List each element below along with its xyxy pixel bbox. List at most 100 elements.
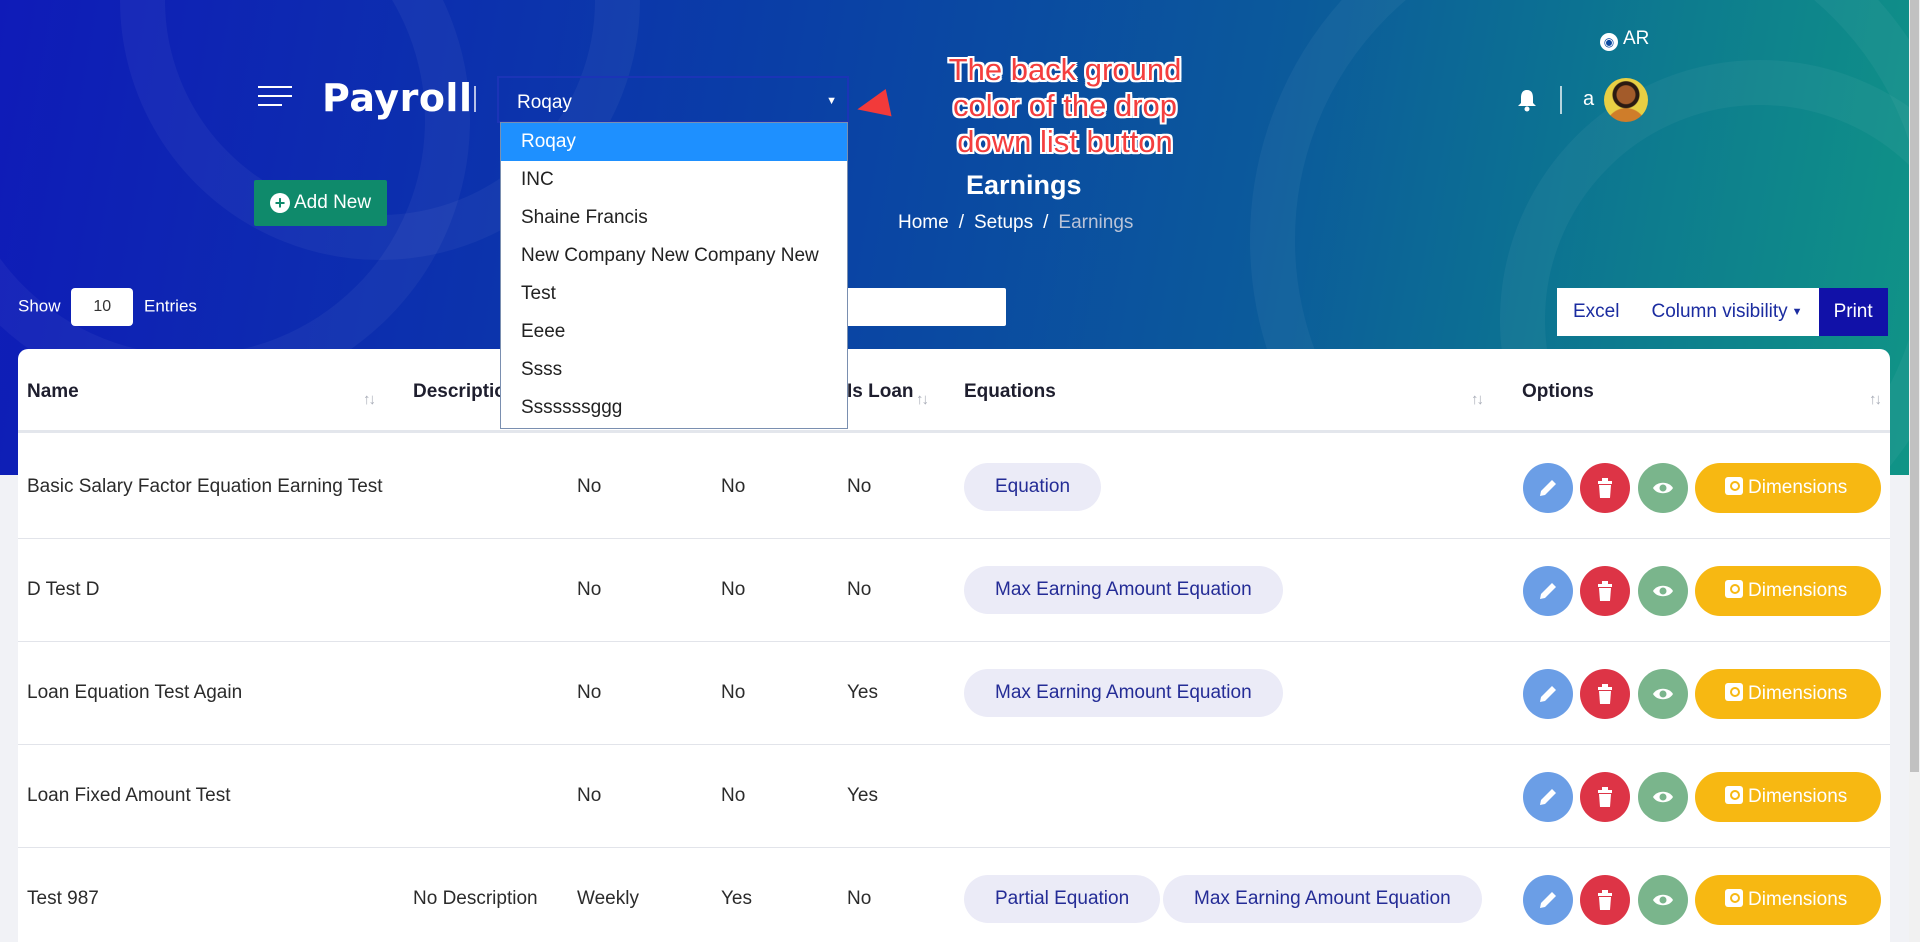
dimensions-button[interactable]: Dimensions [1695,669,1881,719]
dimensions-button[interactable]: Dimensions [1695,772,1881,822]
column-header-options[interactable]: Options [1522,381,1594,403]
equation-pill[interactable]: Partial Equation [964,875,1161,923]
view-icon[interactable] [1638,669,1688,719]
dimensions-icon [1725,580,1743,598]
dimensions-label: Dimensions [1748,477,1848,498]
avatar[interactable] [1604,78,1648,122]
dropdown-option[interactable]: Test [501,275,847,313]
earnings-table: Name ↑↓ Description Is Loan ↑↓ Equations… [18,349,1890,942]
dimensions-label: Dimensions [1748,683,1848,704]
column-visibility-label: Column visibility [1651,301,1788,322]
column-header-name[interactable]: Name [27,381,79,403]
print-button[interactable]: Print [1818,288,1888,336]
dropdown-option[interactable]: Ssss [501,351,847,389]
dropdown-option[interactable]: Eeee [501,313,847,351]
cell-value: No [577,579,602,600]
table-row: Test 987 No Description Weekly Yes No Partial… [18,848,1890,942]
cell-value: No [577,785,602,806]
dimensions-label: Dimensions [1748,889,1848,910]
equation-pill[interactable]: Max Earning Amount Equation [964,566,1283,614]
sort-icon[interactable]: ↑↓ [916,391,929,408]
edit-icon[interactable] [1523,669,1573,719]
dimensions-icon [1725,786,1743,804]
entries-label: Entries [144,296,197,316]
delete-icon[interactable] [1580,669,1630,719]
cell-value: No [721,476,746,497]
cell-description: No Description [413,888,538,909]
dimensions-button[interactable]: Dimensions [1695,566,1881,616]
edit-icon[interactable] [1523,772,1573,822]
entries-select[interactable]: 10 [71,288,134,326]
equation-pill[interactable]: Max Earning Amount Equation [964,669,1283,717]
delete-icon[interactable] [1580,463,1630,513]
cell-value: No [577,476,602,497]
dropdown-option[interactable]: Shaine Francis [501,199,847,237]
language-switch[interactable]: ◉ AR [1600,28,1649,51]
company-select-value: Roqay [517,92,572,113]
column-header-equations[interactable]: Equations [964,381,1056,403]
add-new-button[interactable]: + Add New [254,180,387,226]
dimensions-button[interactable]: Dimensions [1695,875,1881,925]
cell-value: Yes [721,888,752,909]
cell-name: Basic Salary Factor Equation Earning Tes… [27,476,383,497]
column-visibility-button[interactable]: Column visibility ▼ [1635,288,1819,336]
cell-name: Loan Fixed Amount Test [27,785,231,806]
breadcrumb: Home / Setups / Earnings [898,212,1134,233]
show-label: Show [18,296,61,316]
show-entries: Show 10 Entries [18,288,197,326]
dropdown-option[interactable]: INC [501,161,847,199]
cell-value: No [577,682,602,703]
annotation-text: The back ground color of the drop down l… [948,52,1182,159]
edit-icon[interactable] [1523,875,1573,925]
delete-icon[interactable] [1580,875,1630,925]
dimensions-icon [1725,477,1743,495]
sort-icon[interactable]: ↑↓ [1471,391,1484,408]
breadcrumb-home[interactable]: Home [898,212,949,233]
user-name: a [1583,88,1595,110]
dropdown-option[interactable]: Sssssssggg [501,389,847,427]
cell-value: No [721,579,746,600]
caret-down-icon: ▼ [826,95,837,107]
view-icon[interactable] [1638,566,1688,616]
company-dropdown-list: Roqay INC Shaine Francis New Company New… [500,122,848,429]
excel-button[interactable]: Excel [1557,288,1636,336]
table-row: Loan Equation Test Again No No Yes Max Earni… [18,642,1890,745]
dimensions-icon [1725,683,1743,701]
equation-pill[interactable]: Max Earning Amount Equation [1163,875,1482,923]
company-select[interactable]: Roqay ▼ [497,76,849,123]
view-icon[interactable] [1638,772,1688,822]
bell-icon[interactable] [1516,88,1538,112]
table-row: Basic Salary Factor Equation Earning Tes… [18,436,1890,539]
language-label: AR [1623,28,1650,49]
dimensions-button[interactable]: Dimensions [1695,463,1881,513]
delete-icon[interactable] [1580,772,1630,822]
app-brand: Payroll [322,76,473,120]
cell-name: Test 987 [27,888,99,909]
table-row: Loan Fixed Amount Test No No Yes Dimensions [18,745,1890,848]
divider [474,86,476,112]
edit-icon[interactable] [1523,566,1573,616]
cell-value: Weekly [577,888,639,909]
cell-is-loan: Yes [847,682,878,703]
cell-value: No [721,785,746,806]
view-icon[interactable] [1638,463,1688,513]
caret-down-icon: ▼ [1791,306,1803,318]
scrollbar-thumb[interactable] [1910,0,1919,772]
dropdown-option[interactable]: Roqay [501,123,847,161]
sort-icon[interactable]: ↑↓ [1869,391,1882,408]
hamburger-menu-icon[interactable] [258,86,292,110]
search-input[interactable] [846,288,1006,326]
export-toolbar: Excel Column visibility ▼ Print [1557,288,1888,336]
view-icon[interactable] [1638,875,1688,925]
equation-pill[interactable]: Equation [964,463,1102,511]
delete-icon[interactable] [1580,566,1630,616]
cell-is-loan: No [847,888,872,909]
cell-name: D Test D [27,579,100,600]
dropdown-option[interactable]: New Company New Company New [501,237,847,275]
cell-name: Loan Equation Test Again [27,682,243,703]
column-header-is-loan[interactable]: Is Loan [847,381,914,403]
breadcrumb-setups[interactable]: Setups [974,212,1033,233]
sort-icon[interactable]: ↑↓ [363,391,376,408]
edit-icon[interactable] [1523,463,1573,513]
table-header: Name ↑↓ Description Is Loan ↑↓ Equations… [18,349,1890,433]
